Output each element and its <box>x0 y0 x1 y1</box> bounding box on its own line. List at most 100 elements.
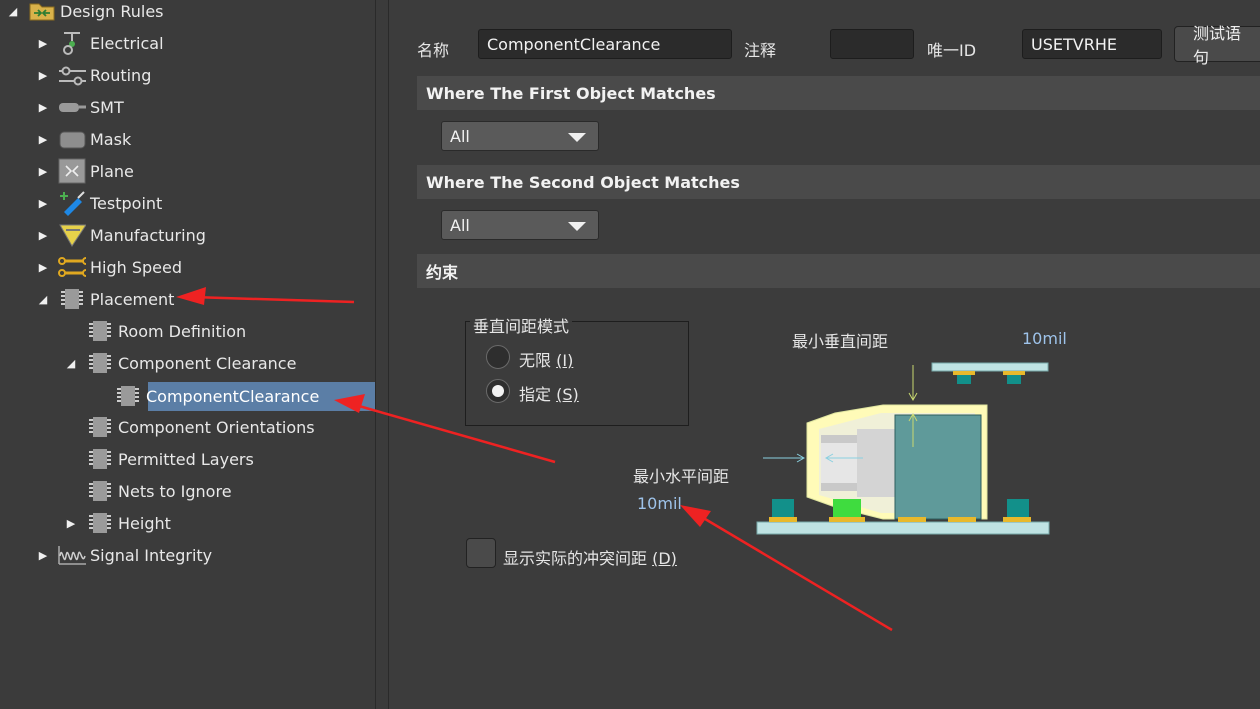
tree-item-electrical[interactable]: ▶ Electrical <box>36 29 164 57</box>
clearance-diagram <box>756 362 1050 535</box>
chip-icon <box>86 318 114 344</box>
tree-item-label: Manufacturing <box>90 225 206 245</box>
tree-item-permitted-layers[interactable]: Permitted Layers <box>64 445 254 473</box>
dropdown-value: All <box>450 215 470 235</box>
expand-arrow-icon[interactable]: ▶ <box>38 37 48 50</box>
tree-item-testpoint[interactable]: ▶ Testpoint <box>36 189 162 217</box>
expand-arrow-icon[interactable]: ▶ <box>38 165 48 178</box>
chip-icon <box>58 286 86 312</box>
plane-icon <box>58 158 86 184</box>
collapse-arrow-icon[interactable]: ◢ <box>66 357 76 370</box>
chip-icon <box>86 414 114 440</box>
tree-item-label: Signal Integrity <box>90 545 213 565</box>
expand-arrow-icon[interactable]: ▶ <box>38 229 48 242</box>
collapse-arrow-icon[interactable]: ◢ <box>8 5 18 18</box>
chevron-down-icon <box>568 222 586 231</box>
tree-item-signal-integrity[interactable]: ▶ Signal Integrity <box>36 541 212 569</box>
name-field[interactable]: ComponentClearance <box>478 29 732 59</box>
tree-item-plane[interactable]: ▶ Plane <box>36 157 134 185</box>
second-object-section-header: Where The Second Object Matches <box>417 165 1260 199</box>
radio-infinite[interactable] <box>486 345 510 369</box>
tree-item-label: Permitted Layers <box>118 449 254 469</box>
smt-icon <box>58 94 86 120</box>
tree-item-smt[interactable]: ▶ SMT <box>36 93 124 121</box>
expand-arrow-icon[interactable]: ▶ <box>38 101 48 114</box>
radio-specified-label: 指定 (S) <box>519 381 579 405</box>
chip-icon <box>86 446 114 472</box>
constraints-section-header: 约束 <box>417 254 1260 288</box>
tree-item-label: Plane <box>90 161 134 181</box>
vertical-mode-group-label: 垂直间距模式 <box>470 313 573 337</box>
tree-item-component-orientations[interactable]: Component Orientations <box>64 413 315 441</box>
tree-item-nets-to-ignore[interactable]: Nets to Ignore <box>64 477 232 505</box>
tree-item-label: Routing <box>90 65 152 85</box>
tree-item-room-definition[interactable]: Room Definition <box>64 317 246 345</box>
radio-infinite-key: (I) <box>556 351 574 370</box>
electrical-icon <box>58 30 86 56</box>
min-horizontal-label: 最小水平间距 <box>633 467 730 486</box>
expand-arrow-icon[interactable]: ▶ <box>38 133 48 146</box>
tree-item-manufacturing[interactable]: ▶ Manufacturing <box>36 221 206 249</box>
tree-item-design-rules[interactable]: ◢ Design Rules <box>4 0 164 25</box>
name-label: 名称 <box>417 41 450 60</box>
tree-item-label: Height <box>118 513 171 533</box>
second-object-dropdown[interactable]: All <box>441 210 599 240</box>
high-speed-icon <box>58 254 86 280</box>
expand-arrow-icon[interactable]: ▶ <box>38 69 48 82</box>
tree-item-high-speed[interactable]: ▶ High Speed <box>36 253 182 281</box>
tree-item-label: Mask <box>90 129 132 149</box>
tree-item-height[interactable]: ▶ Height <box>64 509 171 537</box>
tree-item-label: Component Clearance <box>118 353 297 373</box>
tree-item-routing[interactable]: ▶ Routing <box>36 61 151 89</box>
expand-arrow-icon[interactable]: ▶ <box>66 517 76 530</box>
pcb-board <box>756 521 1050 535</box>
expand-arrow-icon[interactable]: ▶ <box>38 549 48 562</box>
radio-specified-key: (S) <box>556 385 579 404</box>
first-object-dropdown[interactable]: All <box>441 121 599 151</box>
radio-infinite-label: 无限 (I) <box>519 347 573 371</box>
tree-item-label: Design Rules <box>60 1 164 21</box>
radio-specified-text: 指定 <box>519 385 552 404</box>
first-object-section-header: Where The First Object Matches <box>417 76 1260 110</box>
splitter[interactable] <box>376 0 388 709</box>
tree-item-componentclearance-rule[interactable]: ComponentClearance <box>92 382 319 410</box>
testpoint-icon <box>58 190 86 216</box>
expand-arrow-icon[interactable]: ▶ <box>38 197 48 210</box>
tree-item-label: ComponentClearance <box>146 386 320 406</box>
tree-item-label: High Speed <box>90 257 183 277</box>
collapse-arrow-icon[interactable]: ◢ <box>38 293 48 306</box>
chip-icon <box>114 383 142 409</box>
radio-specified[interactable] <box>486 379 510 403</box>
comment-field[interactable] <box>830 29 914 59</box>
signal-integrity-icon <box>58 542 86 568</box>
min-vertical-value[interactable]: 10mil <box>1022 329 1067 348</box>
tree-item-label: Nets to Ignore <box>118 481 232 501</box>
tree-item-component-clearance[interactable]: ◢ Component Clearance <box>64 349 296 377</box>
tree-item-label: Room Definition <box>118 321 247 341</box>
dropdown-value: All <box>450 126 470 146</box>
chip-icon <box>86 510 114 536</box>
tree-item-placement[interactable]: ◢ Placement <box>36 285 174 313</box>
tree-item-label: Electrical <box>90 33 164 53</box>
chevron-down-icon <box>568 133 586 142</box>
chip-icon <box>86 350 114 376</box>
show-actual-violation-checkbox[interactable] <box>466 538 496 568</box>
tree-item-label: Placement <box>90 289 175 309</box>
tree-item-label: SMT <box>90 97 124 117</box>
show-actual-text: 显示实际的冲突间距 <box>503 549 648 568</box>
upper-component <box>931 362 1049 384</box>
radio-infinite-text: 无限 <box>519 351 552 370</box>
comment-label: 注释 <box>744 41 777 60</box>
show-actual-violation-label: 显示实际的冲突间距 (D) <box>503 545 677 569</box>
show-actual-key: (D) <box>652 549 677 568</box>
mask-icon <box>58 126 86 152</box>
test-query-button[interactable]: 测试语句 <box>1174 24 1260 67</box>
tree-item-label: Testpoint <box>90 193 163 213</box>
unique-id-field[interactable]: USETVRHE <box>1022 29 1162 59</box>
min-horizontal-value[interactable]: 10mil <box>637 494 682 513</box>
folder-icon <box>28 0 56 24</box>
min-vertical-label: 最小垂直间距 <box>792 332 889 351</box>
unique-id-label: 唯一ID <box>927 41 977 60</box>
tree-item-mask[interactable]: ▶ Mask <box>36 125 131 153</box>
expand-arrow-icon[interactable]: ▶ <box>38 261 48 274</box>
